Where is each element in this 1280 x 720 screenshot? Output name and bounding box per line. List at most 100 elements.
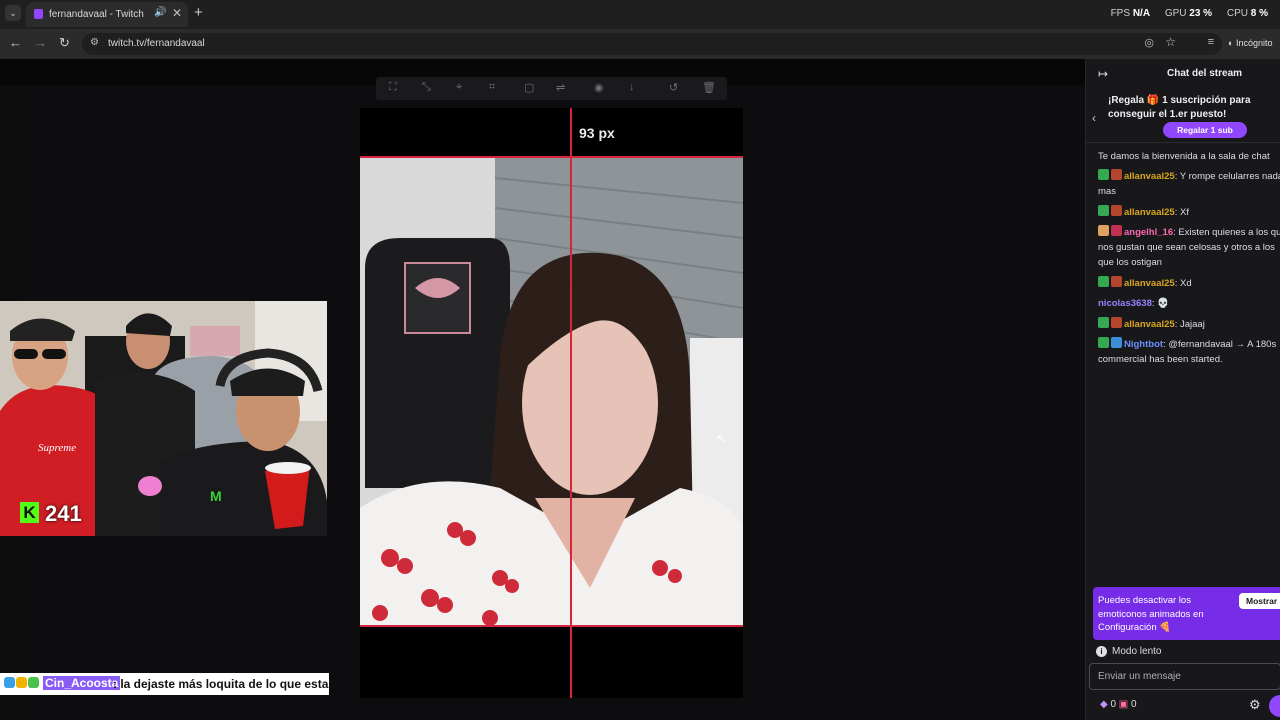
chat-username[interactable]: angelhl_16: [1124, 227, 1173, 238]
reload-icon[interactable]: ↻: [59, 35, 70, 51]
badge-icon: [16, 677, 27, 688]
measure-label: 93 px: [579, 125, 615, 141]
kick-logo-icon: K: [20, 502, 39, 523]
chat-footer: ◆ 0 ▣ 0 ⚙: [1086, 694, 1280, 720]
browser-tab[interactable]: fernandavaal - Twitch 🔊 ✕: [26, 2, 188, 27]
fps-value: N/A: [1132, 8, 1151, 19]
fps-label: FPS: [1110, 8, 1131, 19]
performance-overlay: FPS N/A GPU 23 % CPU 8 %: [1111, 8, 1280, 19]
notice-text: Puedes desactivar los emoticonos animado…: [1098, 595, 1204, 633]
download-icon[interactable]: ↓: [629, 81, 635, 93]
slow-mode-label: Modo lento: [1112, 646, 1162, 657]
incognito-indicator[interactable]: ◐ Incógnito: [1228, 38, 1272, 48]
show-button[interactable]: Mostrar: [1239, 593, 1280, 609]
chat-message: allanvaal25: Xf: [1098, 205, 1280, 220]
crop-icon[interactable]: ⌗: [489, 81, 495, 94]
measure-guide-vertical[interactable]: [570, 108, 572, 698]
gift-badge-icon: [1111, 169, 1122, 180]
resize-icon[interactable]: ⤡: [422, 81, 431, 94]
pin-icon[interactable]: ⌖: [456, 81, 462, 94]
moderator-badge-icon: [1098, 337, 1109, 348]
channel-points[interactable]: ◆ 0 ▣ 0: [1100, 699, 1137, 710]
tab-search-button[interactable]: ⌄: [5, 5, 21, 21]
address-bar: ← → ↻ ⚙ twitch.tv/fernandavaal ◎ ☆ ≡ ◐ I…: [0, 29, 1280, 59]
stream-chat-panel: ↦ Chat del stream ‹ ¡Regala 🎁 1 suscripc…: [1085, 59, 1280, 720]
site-info-icon[interactable]: ⚙: [90, 37, 99, 48]
chat-text: : Xd: [1174, 278, 1192, 289]
gift-badge-icon: [1111, 225, 1122, 236]
browser-tab-bar: ⌄ fernandavaal - Twitch 🔊 ✕ + FPS N/A GP…: [0, 0, 1280, 29]
chat-message: allanvaal25: Y rompe celularres nada mas: [1098, 169, 1280, 199]
chat-message: angelhl_16: Existen quienes a los que no…: [1098, 225, 1280, 270]
badge-icon: [28, 677, 39, 688]
overlay-chat-user: Cin_Acoosta: [43, 676, 121, 690]
chat-message: Nightbot: @fernandavaal → A 180s commerc…: [1098, 337, 1280, 367]
gift-sub-button[interactable]: Regalar 1 sub: [1163, 122, 1247, 138]
webcam-overlay: Supreme M K 241: [0, 301, 327, 536]
gift-banner-text: ¡Regala 🎁 1 suscripción para conseguir e…: [1108, 95, 1251, 120]
chat-header: ↦ Chat del stream: [1086, 59, 1280, 89]
chat-input[interactable]: Enviar un mensaje: [1089, 663, 1280, 690]
mouse-cursor-icon: ↖: [716, 431, 727, 446]
chat-username[interactable]: allanvaal25: [1124, 207, 1175, 218]
info-icon: i: [1096, 646, 1107, 657]
chat-username[interactable]: nicolas3638: [1098, 298, 1152, 309]
gift-badge-icon: [1111, 317, 1122, 328]
flip-icon[interactable]: ⇌: [556, 81, 565, 94]
overlay-chat-badges: [4, 677, 40, 691]
stream-view: ⛶ ⤡ ⌖ ⌗ ▢ ⇌ ◉ ↓ ↺ 🗑 93 px Supreme M K 24…: [0, 59, 1085, 720]
kick-viewer-count: 241: [45, 501, 82, 526]
points-b: 0: [1131, 699, 1137, 710]
sub-badge-icon: [1098, 205, 1109, 216]
chat-title: Chat del stream: [1167, 68, 1243, 79]
speaker-icon[interactable]: 🔊: [154, 7, 166, 18]
gpu-label: GPU: [1164, 8, 1187, 19]
copy-icon[interactable]: ▢: [524, 81, 534, 94]
points-icon: ▣: [1116, 699, 1132, 710]
chat-welcome: Te damos la bienvenida a la sala de chat: [1098, 151, 1270, 162]
cpu-value: 8 %: [1250, 8, 1268, 19]
svg-text:Supreme: Supreme: [38, 442, 76, 454]
tracking-eye-icon[interactable]: ◎: [1144, 36, 1154, 49]
chat-username[interactable]: Nightbot: [1124, 339, 1163, 350]
chat-text: : Jajaaj: [1174, 319, 1205, 330]
chat-message: allanvaal25: Jajaaj: [1098, 317, 1280, 332]
visibility-icon[interactable]: ◉: [594, 81, 604, 94]
back-arrow-icon[interactable]: ←: [9, 35, 22, 50]
chat-message: allanvaal25: Xd: [1098, 276, 1280, 291]
overlay-chat-text: : la dejaste más loquita de lo que estab…: [113, 677, 329, 691]
close-tab-icon[interactable]: ✕: [172, 6, 182, 20]
gift-badge-icon: [1111, 276, 1122, 287]
sub-badge-icon: [1098, 169, 1109, 180]
bookmark-star-icon[interactable]: ☆: [1165, 35, 1176, 49]
gpu-value: 23 %: [1189, 8, 1213, 19]
url-field[interactable]: ⚙ twitch.tv/fernandavaal ◎ ☆ ≡: [82, 33, 1222, 55]
chat-message: nicolas3638: 💀: [1098, 296, 1280, 311]
delete-icon[interactable]: 🗑: [702, 81, 716, 94]
sub-badge-icon: [1098, 276, 1109, 287]
media-icon[interactable]: ≡: [1208, 36, 1214, 48]
rotate-icon[interactable]: ↺: [669, 81, 678, 94]
slow-mode-indicator: i Modo lento: [1096, 646, 1161, 657]
chat-settings-gear-icon[interactable]: ⚙: [1249, 697, 1261, 713]
chat-username[interactable]: allanvaal25: [1124, 171, 1175, 182]
url-text: twitch.tv/fernandavaal: [108, 38, 205, 49]
svg-text:M: M: [210, 488, 222, 504]
bot-badge-icon: [1111, 337, 1122, 348]
chat-send-button[interactable]: [1269, 695, 1280, 717]
incognito-label: Incógnito: [1235, 38, 1273, 48]
new-tab-button[interactable]: +: [194, 4, 203, 21]
gift-badge-icon: [1111, 205, 1122, 216]
bits-icon: ◆: [1100, 699, 1111, 710]
overlay-chat-message: Cin_Acoosta : la dejaste más loquita de …: [0, 673, 329, 695]
measure-guide-bottom: [360, 625, 743, 627]
chat-username[interactable]: allanvaal25: [1124, 278, 1175, 289]
sub-badge-icon: [1098, 317, 1109, 328]
gift-sub-banner: ‹ ¡Regala 🎁 1 suscripción para conseguir…: [1086, 89, 1280, 143]
chat-text: : 💀: [1151, 298, 1169, 309]
collapse-chat-icon[interactable]: ↦: [1098, 67, 1108, 81]
chevron-left-icon[interactable]: ‹: [1092, 111, 1096, 125]
forward-arrow-icon[interactable]: →: [34, 35, 47, 50]
fullscreen-icon[interactable]: ⛶: [389, 81, 397, 94]
chat-username[interactable]: allanvaal25: [1124, 319, 1175, 330]
